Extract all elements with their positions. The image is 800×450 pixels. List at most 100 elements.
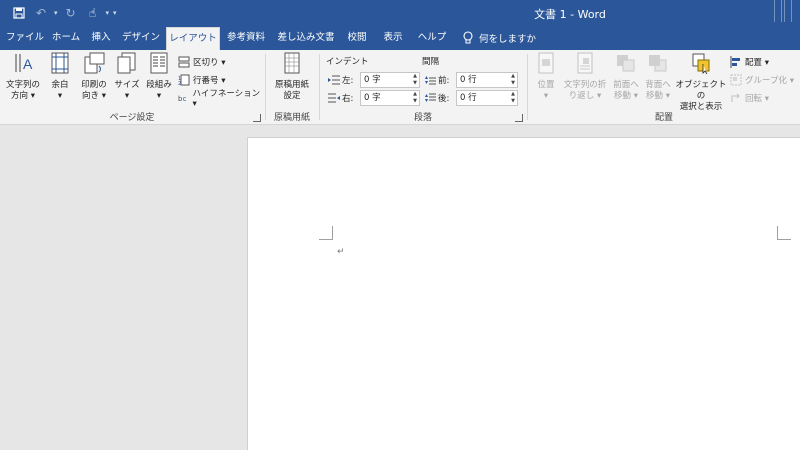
size-label-2: ▾ <box>124 91 130 101</box>
spacing-after-label: 後: <box>438 94 450 104</box>
wrap-text-label-2: り返し ▾ <box>568 91 602 101</box>
arrange-group-label: 配置 <box>654 113 673 123</box>
indent-right-value: 0 字 <box>364 93 381 103</box>
tab-home[interactable]: ホーム <box>48 26 84 50</box>
svg-text:2: 2 <box>178 81 181 86</box>
genko-settings-button[interactable]: 原稿用紙 設定 <box>270 52 314 102</box>
indent-left-icon <box>328 75 340 85</box>
wrap-text-button[interactable]: 文字列の折 り返し ▾ <box>562 52 608 102</box>
spacing-before-label: 前: <box>438 76 450 86</box>
title-bar: ↶ ▾ ↻ ☝ ▾ ▾ 文書 1 - Word <box>0 0 800 26</box>
margins-button[interactable]: 余白 ▾ <box>46 52 74 102</box>
svg-text:b: b <box>178 95 182 103</box>
text-direction-label-2: 方向 ▾ <box>11 91 35 101</box>
orientation-label-2: 向き ▾ <box>82 91 106 101</box>
align-icon <box>730 56 740 68</box>
spinner-arrows-icon[interactable]: ▲ ▼ <box>413 91 417 105</box>
tab-insert[interactable]: 挿入 <box>86 26 116 50</box>
selection-pane-button[interactable]: オブジェクトの 選択と表示 <box>675 52 727 113</box>
tab-view[interactable]: 表示 <box>378 26 408 50</box>
paragraph-group: インデント 間隔 左: 0 字 ▲ ▼ 右: 0 字 ▲ ▼ 前: 0 行 ▲ ▼ 後… <box>320 50 526 125</box>
breaks-button[interactable]: 区切り ▾ <box>178 54 225 70</box>
spacing-before-spinner[interactable]: 0 行 ▲ ▼ <box>456 72 518 88</box>
spinner-arrows-icon[interactable]: ▲ ▼ <box>413 73 417 87</box>
columns-label-2: ▾ <box>156 91 162 101</box>
group-objects-button[interactable]: グループ化 ▾ <box>730 72 794 88</box>
line-numbers-icon: 12 <box>178 74 190 86</box>
genko-label-1: 原稿用紙 <box>274 80 309 90</box>
rotate-button[interactable]: 回転 ▾ <box>730 90 769 106</box>
tab-review[interactable]: 校閲 <box>342 26 372 50</box>
position-label-2: ▾ <box>543 91 549 101</box>
bring-forward-icon <box>617 55 635 72</box>
bring-forward-button[interactable]: 前面へ 移動 ▾ <box>610 52 642 102</box>
indent-left-value: 0 字 <box>364 75 381 85</box>
wrap-text-icon <box>577 52 593 74</box>
position-button[interactable]: 位置 ▾ <box>530 52 562 102</box>
document-page[interactable]: ↵ <box>247 137 800 450</box>
hyphenation-label: ハイフネーション ▾ <box>192 89 261 109</box>
selection-pane-label-1: オブジェクトの <box>675 80 727 101</box>
manuscript-paper-icon <box>284 52 300 74</box>
spacing-heading: 間隔 <box>422 57 440 67</box>
size-label-1: サイズ <box>114 80 140 90</box>
line-numbers-label: 行番号 ▾ <box>193 76 226 86</box>
columns-icon <box>150 52 168 74</box>
breaks-label: 区切り ▾ <box>193 58 226 68</box>
spinner-arrows-icon[interactable]: ▲ ▼ <box>511 91 515 105</box>
spacing-before-icon <box>425 76 436 85</box>
align-button[interactable]: 配置 ▾ <box>730 54 769 70</box>
paragraph-dialog-launcher[interactable] <box>515 114 523 122</box>
spacing-after-spinner[interactable]: 0 行 ▲ ▼ <box>456 90 518 106</box>
paragraph-group-label: 段落 <box>413 113 432 123</box>
ribbon: A 文字列の 方向 ▾ 余白 ▾ 印刷の 向き ▾ サイズ ▾ 段組み ▾ 区切… <box>0 50 800 125</box>
columns-label-1: 段組み <box>146 80 172 90</box>
hyphenation-icon: bc <box>178 95 187 103</box>
position-label-1: 位置 <box>537 80 555 90</box>
selection-pane-icon <box>692 53 710 75</box>
indent-right-icon <box>328 93 340 103</box>
ribbon-tab-row: ファイル ホーム 挿入 デザイン レイアウト 参考資料 差し込み文書 校閲 表示… <box>0 26 800 50</box>
bring-forward-label-1: 前面へ <box>613 80 639 90</box>
page-setup-dialog-launcher[interactable] <box>253 114 261 122</box>
window-controls[interactable] <box>774 0 792 26</box>
tab-references[interactable]: 参考資料 <box>222 26 270 50</box>
arrange-group: 位置 ▾ 文字列の折 り返し ▾ 前面へ 移動 ▾ 背面へ 移動 ▾ オブジェク… <box>528 50 800 125</box>
line-numbers-button[interactable]: 12 行番号 ▾ <box>178 72 225 88</box>
text-direction-button[interactable]: A 文字列の 方向 ▾ <box>4 52 42 102</box>
margins-label-2: ▾ <box>57 91 63 101</box>
indent-heading: インデント <box>326 57 369 67</box>
size-button[interactable]: サイズ ▾ <box>112 52 142 102</box>
tab-layout[interactable]: レイアウト <box>166 27 220 50</box>
hyphenation-button[interactable]: bc ハイフネーション ▾ <box>178 89 264 109</box>
genko-group-label: 原稿用紙 <box>273 113 310 123</box>
tell-me-box[interactable]: 何をしますか <box>463 29 536 47</box>
tab-mailings[interactable]: 差し込み文書 <box>274 26 338 50</box>
send-backward-label-1: 背面へ <box>645 80 671 90</box>
align-label: 配置 ▾ <box>745 58 769 68</box>
spacing-after-icon <box>425 93 436 102</box>
indent-right-spinner[interactable]: 0 字 ▲ ▼ <box>360 90 420 106</box>
tab-design[interactable]: デザイン <box>118 26 164 50</box>
text-direction-label-1: 文字列の <box>5 80 40 90</box>
orientation-button[interactable]: 印刷の 向き ▾ <box>77 52 111 102</box>
indent-right-label: 右: <box>342 94 354 104</box>
rotate-label: 回転 ▾ <box>745 94 769 104</box>
page-setup-group: A 文字列の 方向 ▾ 余白 ▾ 印刷の 向き ▾ サイズ ▾ 段組み ▾ 区切… <box>0 50 264 125</box>
spinner-arrows-icon[interactable]: ▲ ▼ <box>511 73 515 87</box>
send-backward-label-2: 移動 ▾ <box>646 91 670 101</box>
send-backward-button[interactable]: 背面へ 移動 ▾ <box>642 52 674 102</box>
spacing-before-value: 0 行 <box>460 75 477 85</box>
wrap-text-label-1: 文字列の折 <box>563 80 607 90</box>
svg-text:c: c <box>183 95 187 103</box>
orientation-icon <box>84 52 105 74</box>
tab-help[interactable]: ヘルプ <box>414 26 450 50</box>
group-label: グループ化 ▾ <box>745 76 794 86</box>
text-direction-icon: A <box>15 54 33 72</box>
indent-left-spinner[interactable]: 0 字 ▲ ▼ <box>360 72 420 88</box>
spacing-after-value: 0 行 <box>460 93 477 103</box>
group-icon <box>730 74 742 86</box>
columns-button[interactable]: 段組み ▾ <box>143 52 175 102</box>
document-canvas: ↵ <box>0 125 800 450</box>
tab-file[interactable]: ファイル <box>4 26 46 50</box>
